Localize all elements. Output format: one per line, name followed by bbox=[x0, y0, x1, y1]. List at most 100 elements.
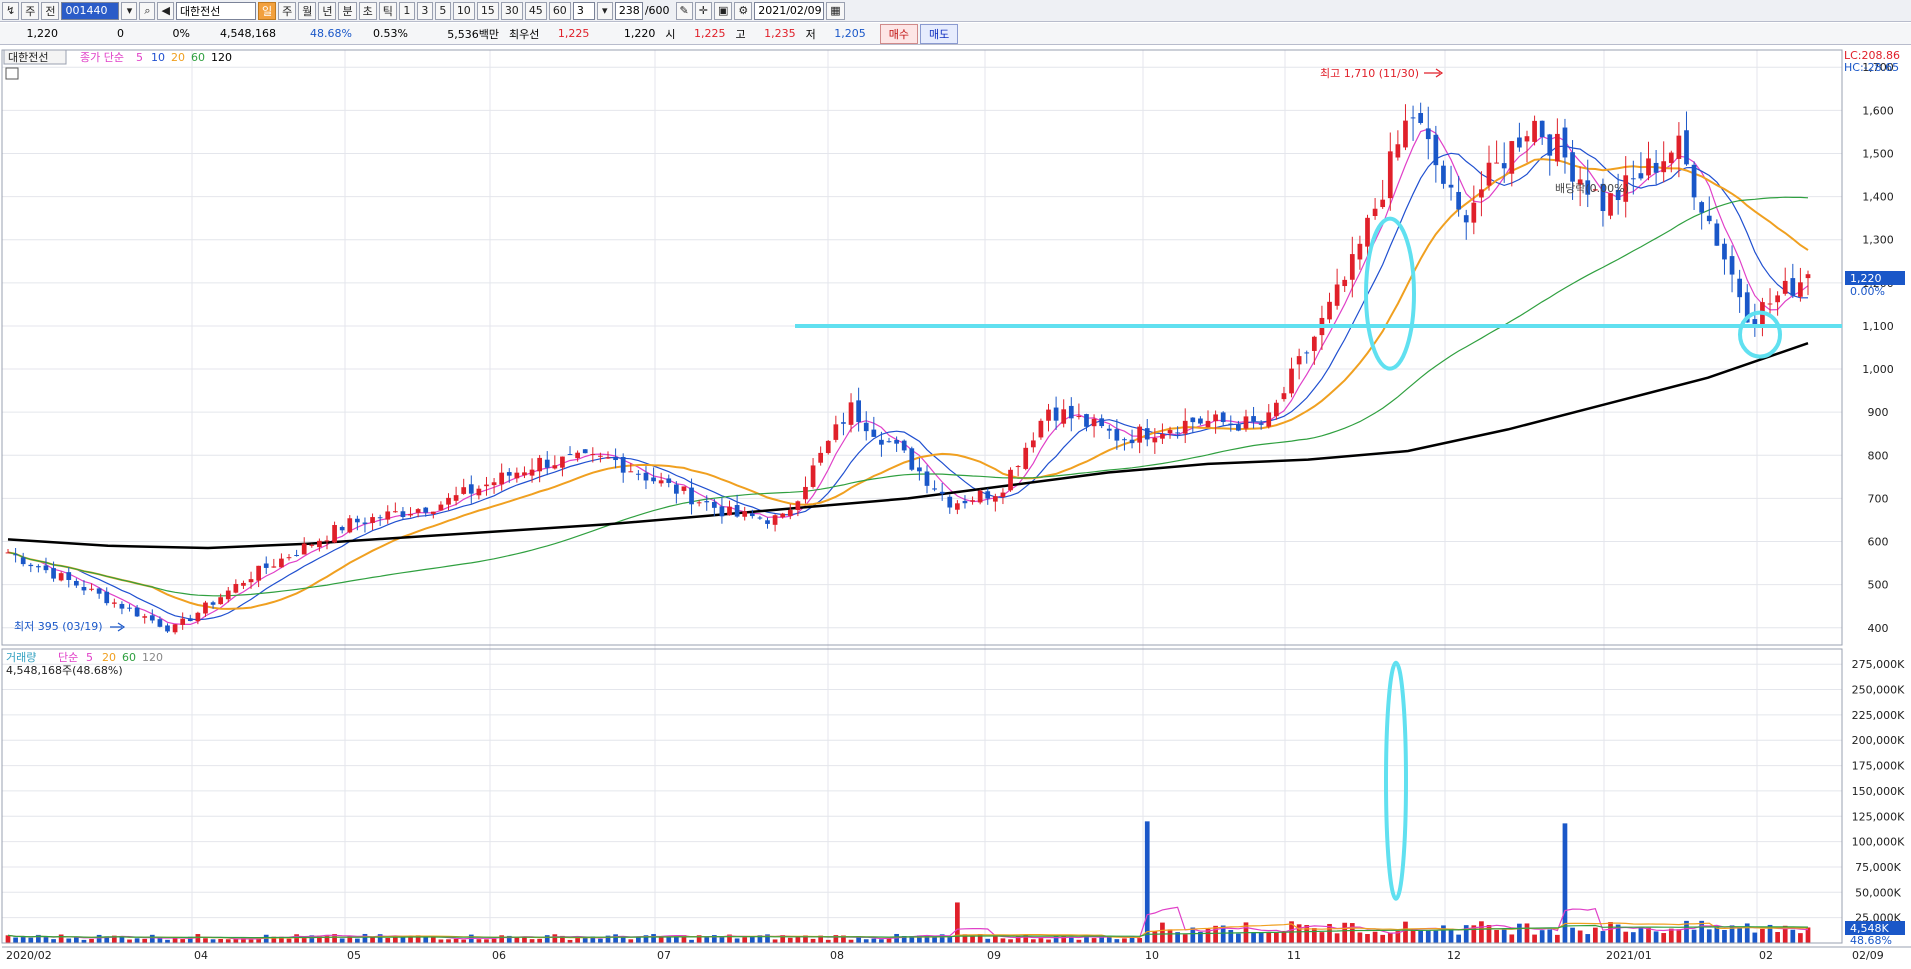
x-tick-label: 07 bbox=[657, 949, 671, 962]
volume-bar bbox=[772, 939, 778, 943]
candle-body bbox=[1501, 163, 1507, 169]
candle-body bbox=[681, 486, 687, 491]
volume-bar bbox=[142, 938, 148, 943]
low-annotation: 최저 395 (03/19) bbox=[14, 620, 103, 633]
candle-body bbox=[863, 422, 869, 432]
candle-body bbox=[1441, 165, 1446, 184]
price-tick-label: 1,100 bbox=[1862, 320, 1894, 333]
candle-body bbox=[476, 488, 482, 496]
candle-body bbox=[81, 586, 87, 591]
volume-bar bbox=[742, 937, 748, 943]
period-second-button[interactable]: 초 bbox=[358, 1, 377, 20]
candle-body bbox=[1539, 120, 1545, 138]
interval-45-button[interactable]: 45 bbox=[524, 1, 547, 20]
stock-code-input[interactable]: 001440 bbox=[61, 1, 120, 20]
candle-body bbox=[1775, 295, 1780, 303]
period-year-button[interactable]: 년 bbox=[318, 1, 337, 20]
open-label: 시 bbox=[665, 27, 676, 41]
market-selector[interactable]: 주 bbox=[21, 1, 40, 20]
interval-15-button[interactable]: 15 bbox=[476, 1, 499, 20]
interval-5-button[interactable]: 5 bbox=[434, 1, 451, 20]
interval-30-button[interactable]: 30 bbox=[500, 1, 523, 20]
candle-body bbox=[1456, 191, 1461, 210]
buy-button[interactable]: 매수 bbox=[879, 23, 918, 44]
price-tick-label: 700 bbox=[1868, 492, 1889, 505]
crosshair-icon[interactable]: ✛ bbox=[694, 1, 712, 20]
vol-legend-title: 거래량 bbox=[6, 651, 36, 664]
chart-type-icon[interactable]: ↯ bbox=[2, 1, 20, 20]
period-month-button[interactable]: 월 bbox=[298, 1, 317, 20]
period-minute-button[interactable]: 분 bbox=[338, 1, 357, 20]
interval-10-button[interactable]: 10 bbox=[452, 1, 475, 20]
candle-body bbox=[225, 590, 231, 600]
candle-body bbox=[301, 543, 307, 555]
candle-body bbox=[1030, 440, 1036, 448]
volume-bar bbox=[339, 938, 345, 943]
code-dropdown-icon[interactable]: ▾ bbox=[121, 1, 138, 20]
pointer-icon[interactable]: ✎ bbox=[675, 1, 693, 20]
period-tick-button[interactable]: 틱 bbox=[378, 1, 397, 20]
candle-body bbox=[142, 616, 148, 618]
candle-body bbox=[256, 565, 261, 581]
volume-bar bbox=[1319, 932, 1325, 943]
volume-bar bbox=[51, 939, 56, 943]
vol-legend-ma60: 60 bbox=[122, 651, 136, 664]
vol-legend-ma120: 120 bbox=[142, 651, 163, 664]
all-toggle[interactable]: 전 bbox=[41, 1, 60, 20]
candle-body bbox=[332, 525, 337, 543]
candle-body bbox=[89, 588, 94, 590]
date-input[interactable]: 2021/02/09 bbox=[754, 1, 825, 20]
candle-body bbox=[1000, 492, 1006, 498]
volume-bar bbox=[1342, 922, 1348, 943]
price-tick-label: 800 bbox=[1868, 449, 1889, 462]
volume-bar bbox=[1114, 939, 1120, 943]
volume-bar bbox=[1737, 927, 1742, 943]
x-tick-label: 04 bbox=[194, 949, 208, 962]
data-count-input[interactable]: 238 bbox=[614, 1, 643, 20]
speaker-icon[interactable]: ◀ bbox=[157, 1, 174, 20]
candle-body bbox=[157, 619, 163, 627]
candle-body bbox=[651, 477, 656, 482]
candle-body bbox=[1175, 432, 1180, 434]
interval-60-button[interactable]: 60 bbox=[548, 1, 571, 20]
search-icon[interactable]: ⌕ bbox=[139, 1, 156, 20]
candle-body bbox=[1038, 420, 1044, 438]
candle-body bbox=[742, 511, 748, 517]
candle-body bbox=[1684, 130, 1689, 165]
candle-body bbox=[506, 472, 512, 476]
volume-bar bbox=[1706, 929, 1712, 943]
volume-bar bbox=[1236, 933, 1241, 943]
candle-body bbox=[1182, 420, 1188, 434]
high-annotation: 최고 1,710 (11/30) bbox=[1320, 67, 1419, 80]
save-icon[interactable]: ▣ bbox=[713, 1, 733, 20]
volume-bar bbox=[385, 937, 391, 943]
volume-bar bbox=[1570, 927, 1575, 943]
chart-area[interactable]: 4005006007008009001,0001,1001,2001,3001,… bbox=[0, 47, 1911, 966]
interval-custom-input[interactable]: 3 bbox=[572, 1, 595, 20]
volume-bar bbox=[947, 936, 953, 943]
volume-bar bbox=[96, 934, 102, 943]
interval-3-button[interactable]: 3 bbox=[416, 1, 433, 20]
grid-toggle-icon[interactable] bbox=[5, 67, 19, 80]
volume-tick-label: 175,000K bbox=[1852, 760, 1905, 773]
volume-bar bbox=[43, 936, 49, 943]
period-day-button[interactable]: 일 bbox=[257, 1, 277, 20]
candle-body bbox=[719, 506, 725, 517]
sell-button[interactable]: 매도 bbox=[920, 23, 959, 44]
interval-1-button[interactable]: 1 bbox=[398, 1, 415, 20]
candle-body bbox=[1122, 439, 1127, 441]
candle-body bbox=[1099, 418, 1105, 427]
gear-icon[interactable]: ⚙ bbox=[734, 1, 753, 20]
candle-body bbox=[1258, 423, 1264, 425]
interval-dropdown-icon[interactable]: ▾ bbox=[596, 1, 613, 20]
candle-body bbox=[1205, 420, 1211, 428]
price-tick-label: 400 bbox=[1868, 622, 1889, 635]
stock-chart-svg[interactable]: 4005006007008009001,0001,1001,2001,3001,… bbox=[0, 47, 1911, 966]
volume-bar bbox=[149, 934, 155, 943]
calendar-icon[interactable]: ▦ bbox=[826, 1, 845, 20]
period-week-button[interactable]: 주 bbox=[278, 1, 297, 20]
legend-ma120: 120 bbox=[211, 51, 232, 64]
stock-name-field[interactable]: 대한전선 bbox=[175, 1, 256, 20]
volume-bar bbox=[1137, 938, 1142, 943]
candle-body bbox=[1243, 416, 1249, 429]
